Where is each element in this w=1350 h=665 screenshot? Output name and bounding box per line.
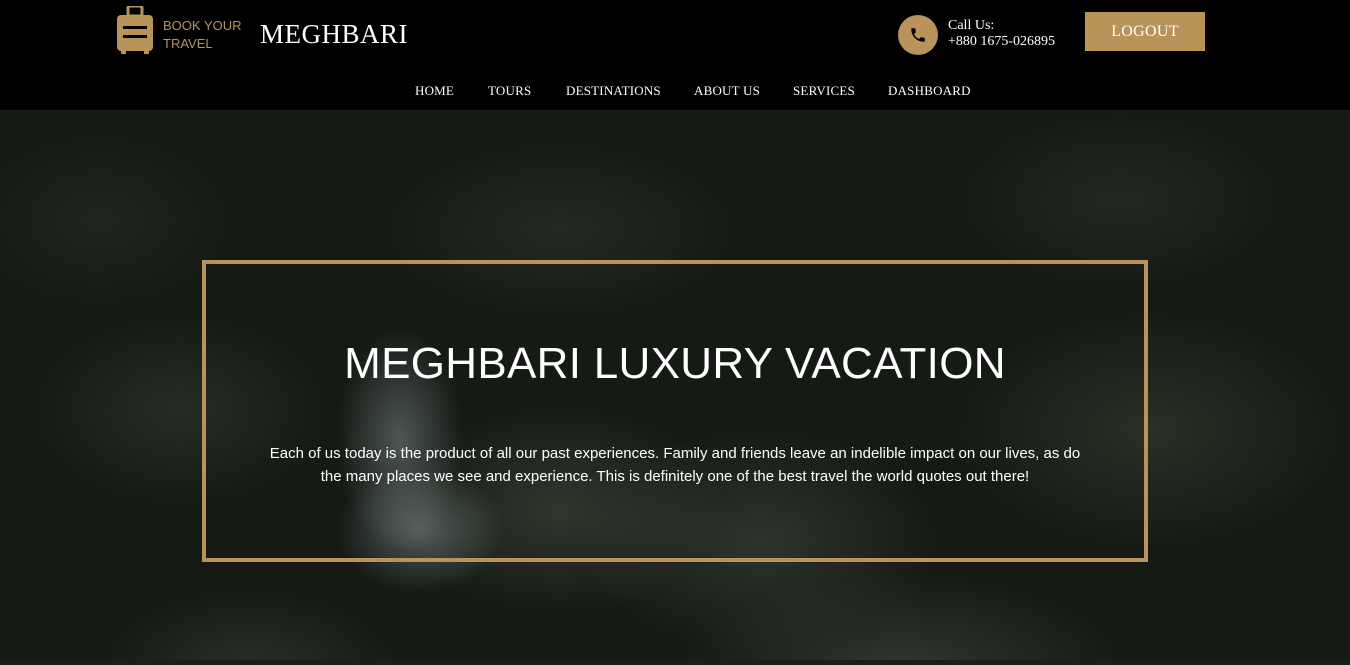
suitcase-icon bbox=[117, 4, 153, 54]
nav-item-tours[interactable]: TOURS bbox=[488, 83, 531, 99]
call-label: Call Us: bbox=[948, 18, 995, 33]
brand-tagline: BOOK YOUR TRAVEL bbox=[163, 18, 242, 51]
nav-item-services[interactable]: SERVICES bbox=[793, 83, 855, 99]
hero-description: Each of us today is the product of all o… bbox=[269, 445, 1081, 485]
nav-item-home[interactable]: HOME bbox=[415, 83, 454, 99]
nav-item-about-us[interactable]: ABOUT US bbox=[694, 83, 760, 99]
brand-name[interactable]: MEGHBARI bbox=[260, 19, 408, 50]
logout-button[interactable]: LOGOUT bbox=[1085, 12, 1205, 51]
nav-item-dashboard[interactable]: DASHBOARD bbox=[888, 83, 971, 99]
call-info: Call Us: +880 1675-026895 bbox=[948, 18, 1055, 50]
call-number[interactable]: +880 1675-026895 bbox=[948, 34, 1055, 50]
hero-banner: MEGHBARI LUXURY VACATION Each of us toda… bbox=[0, 110, 1350, 665]
hero-frame: MEGHBARI LUXURY VACATION Each of us toda… bbox=[202, 260, 1148, 562]
nav-item-destinations[interactable]: DESTINATIONS bbox=[566, 83, 661, 99]
page-bottom-edge bbox=[0, 660, 1350, 665]
phone-icon bbox=[898, 15, 938, 55]
hero-title: MEGHBARI LUXURY VACATION bbox=[344, 339, 1006, 388]
main-nav: HOME TOURS DESTINATIONS ABOUT US SERVICE… bbox=[0, 83, 1350, 101]
site-header: BOOK YOUR TRAVEL MEGHBARI Call Us: +880 … bbox=[0, 0, 1350, 110]
